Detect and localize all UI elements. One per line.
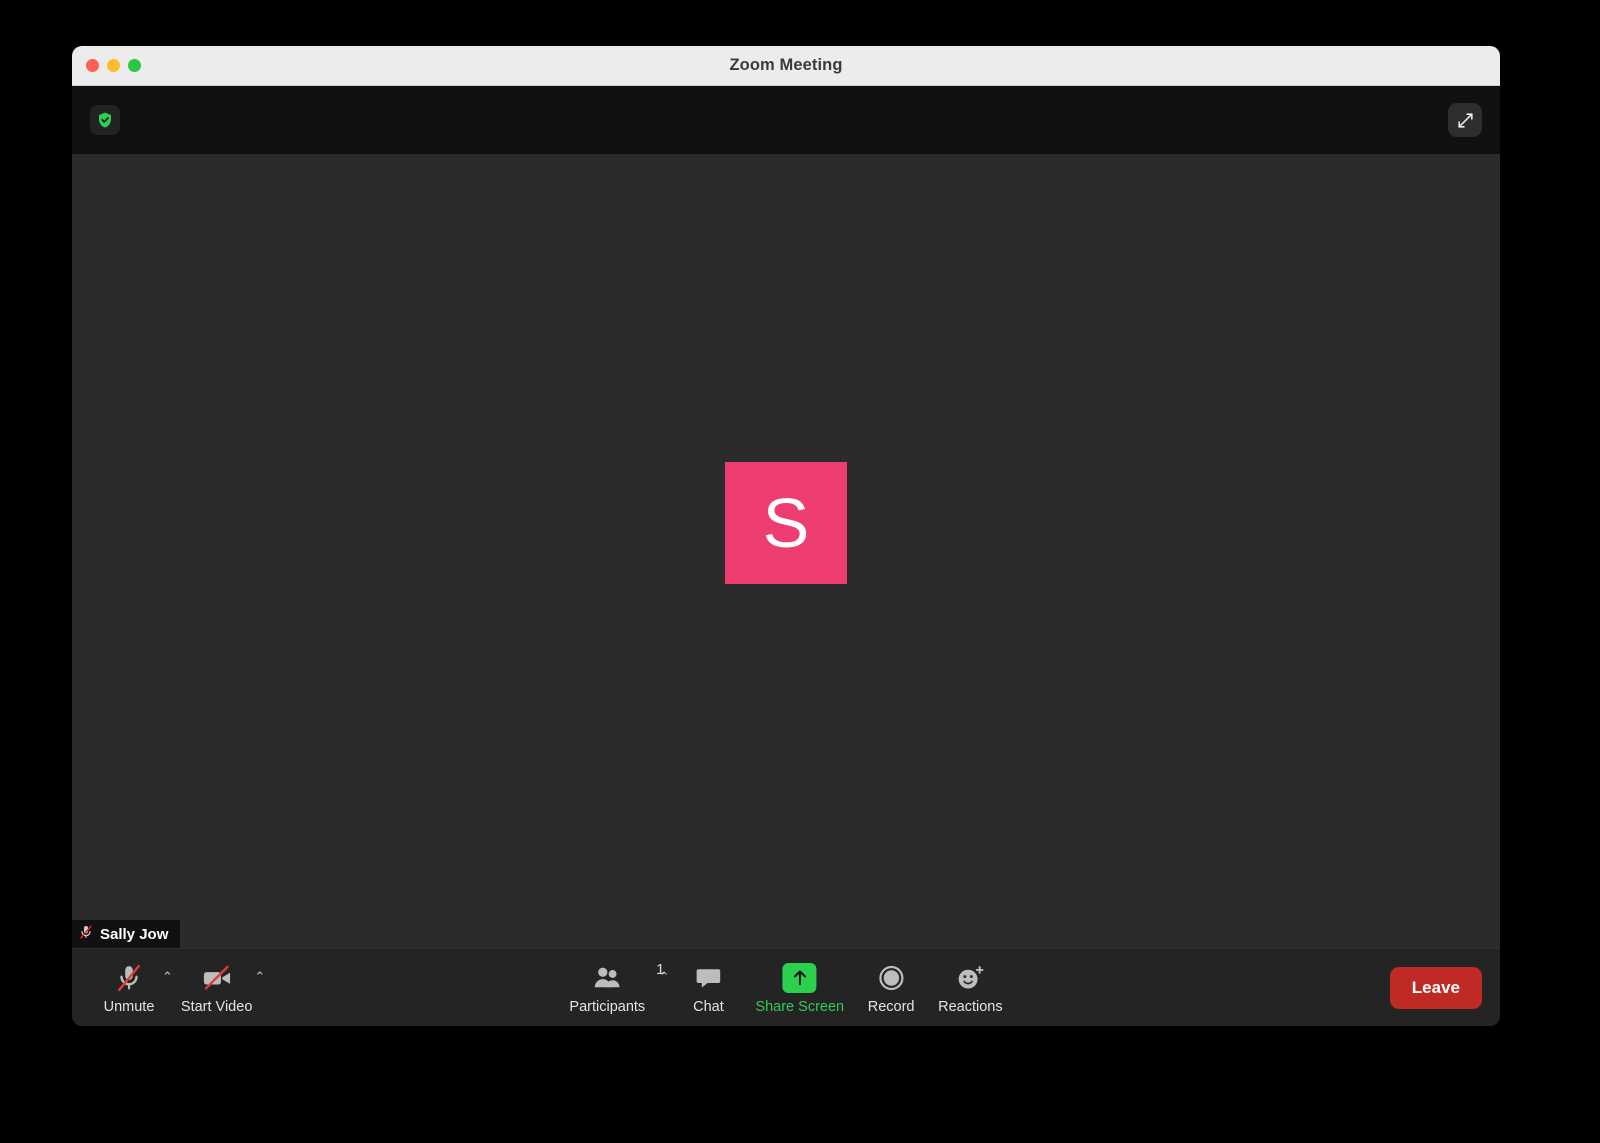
traffic-lights bbox=[72, 59, 141, 72]
start-video-label: Start Video bbox=[181, 999, 252, 1015]
close-window-button[interactable] bbox=[86, 59, 99, 72]
participants-icon bbox=[592, 961, 622, 995]
unmute-button[interactable]: Unmute bbox=[90, 961, 168, 1015]
participant-name-badge: Sally Jow bbox=[72, 920, 180, 948]
window-title: Zoom Meeting bbox=[72, 56, 1500, 75]
participants-button[interactable]: Participants bbox=[561, 961, 653, 1015]
record-label: Record bbox=[868, 999, 915, 1015]
participants-control-wrap: Participants 1 ⌃ bbox=[561, 961, 669, 1015]
participant-avatar: S bbox=[725, 462, 847, 584]
toolbar-left-group: Unmute ⌃ Start Video bbox=[90, 961, 265, 1015]
share-screen-button[interactable]: Share Screen bbox=[747, 961, 852, 1015]
share-screen-label: Share Screen bbox=[755, 999, 844, 1015]
meeting-toolbar: Unmute ⌃ Start Video bbox=[72, 948, 1500, 1026]
chat-label: Chat bbox=[693, 999, 724, 1015]
reactions-smiley-plus-icon bbox=[955, 961, 985, 995]
audio-options-chevron-icon[interactable]: ⌃ bbox=[162, 970, 173, 983]
microphone-muted-icon bbox=[114, 961, 144, 995]
camera-off-icon bbox=[200, 961, 234, 995]
zoom-meeting-window: Zoom Meeting S bbox=[72, 46, 1500, 1026]
minimize-window-button[interactable] bbox=[107, 59, 120, 72]
maximize-window-button[interactable] bbox=[128, 59, 141, 72]
participants-label: Participants bbox=[569, 999, 645, 1015]
encryption-shield-icon[interactable] bbox=[90, 105, 120, 135]
chat-bubble-icon bbox=[694, 961, 722, 995]
record-button[interactable]: Record bbox=[852, 961, 930, 1015]
toolbar-center-group: Participants 1 ⌃ Chat bbox=[561, 961, 1010, 1015]
expand-diagonal-icon[interactable] bbox=[1448, 103, 1482, 137]
share-screen-up-arrow-icon bbox=[783, 961, 817, 995]
record-circle-icon bbox=[877, 961, 905, 995]
avatar-initial: S bbox=[763, 488, 810, 558]
participant-name: Sally Jow bbox=[100, 926, 168, 943]
video-control-wrap: Start Video ⌃ bbox=[173, 961, 265, 1015]
video-stage: S Sally Jow bbox=[72, 86, 1500, 948]
reactions-button[interactable]: Reactions bbox=[930, 961, 1010, 1015]
microphone-muted-icon bbox=[78, 923, 94, 946]
toolbar-right-group: Leave bbox=[1390, 967, 1482, 1009]
video-options-chevron-icon[interactable]: ⌃ bbox=[254, 970, 265, 983]
chat-button[interactable]: Chat bbox=[669, 961, 747, 1015]
start-video-button[interactable]: Start Video bbox=[173, 961, 260, 1015]
reactions-label: Reactions bbox=[938, 999, 1002, 1015]
unmute-label: Unmute bbox=[104, 999, 155, 1015]
window-titlebar: Zoom Meeting bbox=[72, 46, 1500, 86]
audio-control-wrap: Unmute ⌃ bbox=[90, 961, 173, 1015]
leave-button[interactable]: Leave bbox=[1390, 967, 1482, 1009]
participants-options-chevron-icon[interactable]: ⌃ bbox=[659, 970, 670, 983]
stage-topbar bbox=[72, 86, 1500, 154]
